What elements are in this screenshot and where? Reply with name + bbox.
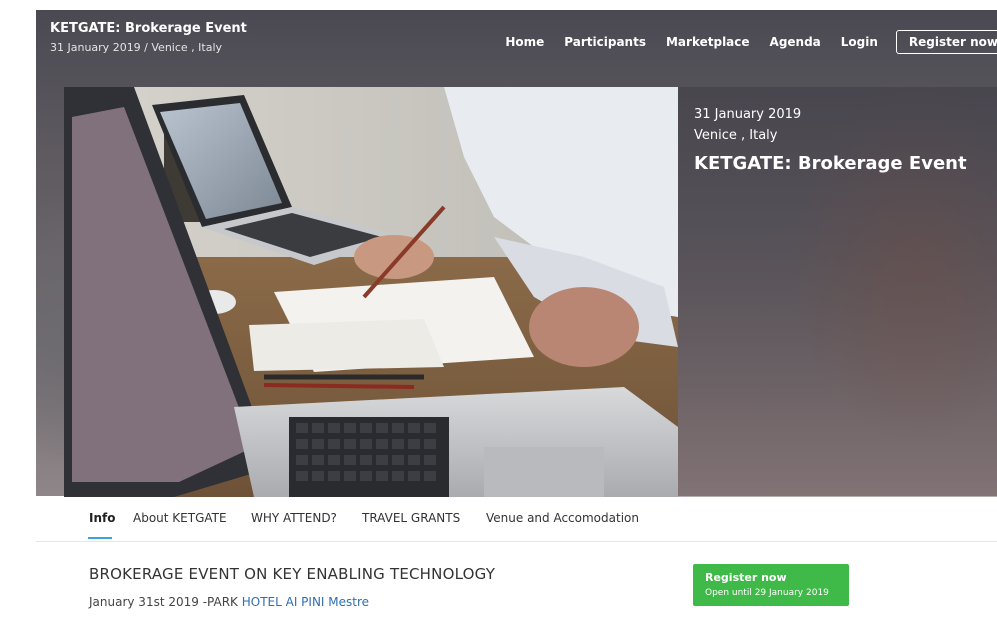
hero-title: KETGATE: Brokerage Event — [694, 153, 967, 174]
register-now-cta[interactable]: Register now Open until 29 January 2019 — [693, 564, 849, 606]
laptops-desk-photo — [64, 87, 678, 497]
active-tab-indicator — [88, 537, 112, 539]
tab-venue-accomodation[interactable]: Venue and Accomodation — [486, 511, 639, 525]
brand-subtitle: 31 January 2019 / Venice , Italy — [50, 41, 223, 54]
tab-travel-grants[interactable]: TRAVEL GRANTS — [362, 511, 460, 525]
hero-date: 31 January 2019 — [694, 107, 802, 122]
cta-label: Register now — [705, 571, 787, 584]
hero-image — [64, 87, 678, 497]
page-frame: KETGATE: Brokerage Event 31 January 2019… — [36, 10, 997, 610]
register-now-button[interactable]: Register now — [895, 30, 997, 54]
cta-deadline: Open until 29 January 2019 — [705, 588, 829, 598]
tab-why-attend[interactable]: WHY ATTEND? — [251, 511, 337, 525]
nav-marketplace[interactable]: Marketplace — [666, 35, 750, 49]
event-date-text: January 31st 2019 -PARK — [89, 595, 242, 609]
nav-participants[interactable]: Participants — [564, 35, 646, 49]
nav-login[interactable]: Login — [841, 35, 878, 49]
venue-link[interactable]: HOTEL AI PINI Mestre — [242, 595, 369, 609]
nav-agenda[interactable]: Agenda — [770, 35, 821, 49]
main-nav: Home Participants Marketplace Agenda Log… — [505, 30, 997, 54]
section-tabs: Info About KETGATE WHY ATTEND? TRAVEL GR… — [36, 497, 997, 542]
hero-section: 31 January 2019 Venice , Italy KETGATE: … — [64, 87, 997, 497]
info-content: BROKERAGE EVENT ON KEY ENABLING TECHNOLO… — [36, 542, 997, 610]
top-navigation-bar: KETGATE: Brokerage Event 31 January 2019… — [36, 10, 997, 74]
nav-home[interactable]: Home — [505, 35, 544, 49]
brand-title[interactable]: KETGATE: Brokerage Event — [50, 21, 247, 36]
hero-location: Venice , Italy — [694, 128, 778, 143]
event-heading: BROKERAGE EVENT ON KEY ENABLING TECHNOLO… — [89, 565, 496, 583]
event-date-venue: January 31st 2019 -PARK HOTEL AI PINI Me… — [89, 595, 369, 609]
tab-about-ketgate[interactable]: About KETGATE — [133, 511, 227, 525]
hero-info-panel: 31 January 2019 Venice , Italy KETGATE: … — [678, 87, 997, 497]
tab-info[interactable]: Info — [89, 511, 115, 525]
